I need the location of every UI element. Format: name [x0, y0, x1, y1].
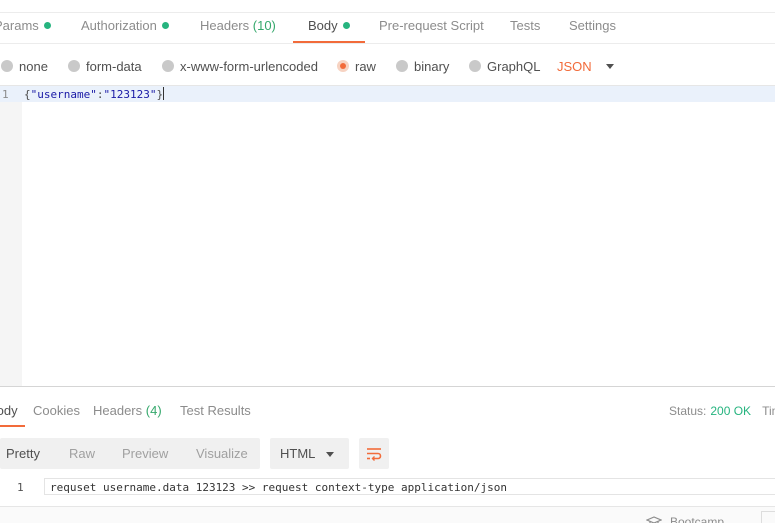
view-mode-group: Pretty Raw Preview Visualize: [0, 438, 260, 469]
code-brace: {: [24, 88, 31, 101]
status-dot: [342, 22, 350, 29]
json-value: "123123": [103, 88, 157, 101]
body-type-options: none form-data x-www-form-urlencoded raw…: [0, 44, 775, 86]
radio-label: binary: [414, 59, 450, 74]
tab-headers[interactable]: Headers (10): [200, 12, 276, 44]
tab-params[interactable]: Params: [0, 12, 51, 44]
radio-graphql[interactable]: GraphQL: [469, 59, 540, 75]
request-tabs: Params Authorization Headers (10) Body P…: [0, 0, 775, 44]
tab-pre-request-script[interactable]: Pre-request Script: [379, 12, 484, 44]
status-bar: Bootcamp: [0, 506, 775, 523]
radio-icon: [1, 60, 13, 72]
tab-label: Params: [0, 18, 39, 33]
radio-icon: [396, 60, 408, 72]
json-key: "username": [30, 88, 97, 101]
response-tab-body[interactable]: Body: [0, 403, 25, 427]
response-text: requset username.data 123123 >> request …: [50, 481, 507, 494]
time-label: Time: [762, 404, 775, 418]
radio-label: raw: [355, 59, 376, 74]
request-body-editor[interactable]: 1 {"username":"123123"}: [0, 85, 775, 387]
tab-authorization[interactable]: Authorization: [81, 12, 169, 44]
radio-label: GraphQL: [487, 59, 541, 74]
tab-label: Settings: [569, 18, 616, 33]
bootcamp-button[interactable]: Bootcamp: [645, 515, 725, 523]
response-status: Status:200 OK Time: [669, 403, 775, 419]
radio-x-www-form-urlencoded[interactable]: x-www-form-urlencoded: [162, 59, 318, 75]
radio-raw[interactable]: raw: [337, 59, 376, 75]
radio-none[interactable]: none: [1, 59, 48, 75]
radio-icon: [469, 60, 481, 72]
response-tab-cookies[interactable]: Cookies: [33, 403, 80, 427]
radio-label: none: [19, 59, 48, 74]
tab-label: Test Results: [180, 403, 251, 418]
line-number: 1: [17, 481, 24, 494]
code-brace: }: [156, 88, 164, 101]
raw-format-dropdown[interactable]: JSON: [557, 59, 614, 75]
status-dot: [161, 22, 169, 29]
chevron-down-icon: [326, 452, 334, 457]
radio-icon: [68, 60, 80, 72]
line-number: 1: [2, 88, 9, 101]
tab-label: Headers: [93, 403, 143, 418]
status-label: Status:: [669, 404, 707, 418]
radio-binary[interactable]: binary: [396, 59, 449, 75]
view-pretty-button[interactable]: Pretty: [6, 446, 40, 462]
tab-tests[interactable]: Tests: [510, 12, 540, 44]
tab-count: (10): [252, 18, 276, 33]
bootcamp-label: Bootcamp: [670, 515, 725, 523]
status-dot: [43, 22, 51, 29]
wrap-lines-icon: [367, 448, 382, 461]
active-tab-underline: [0, 425, 25, 427]
wrap-lines-button[interactable]: [359, 438, 389, 469]
language-label: HTML: [280, 446, 316, 461]
view-raw-button[interactable]: Raw: [69, 446, 95, 462]
chevron-down-icon: [605, 64, 614, 69]
format-label: JSON: [557, 59, 592, 74]
radio-form-data[interactable]: form-data: [68, 59, 142, 75]
response-tabs: Body Cookies Headers (4) Test Results St…: [0, 387, 775, 429]
tab-label: Body: [308, 18, 338, 33]
response-tab-test-results[interactable]: Test Results: [180, 403, 251, 427]
active-tab-underline: [293, 41, 365, 43]
response-body[interactable]: 1 requset username.data 123123 >> reques…: [0, 478, 775, 496]
tab-label: Tests: [510, 18, 541, 33]
graduation-cap-icon: [645, 516, 663, 523]
text-cursor: [163, 87, 165, 100]
tab-label: Pre-request Script: [379, 18, 484, 33]
status-badge: 200 OK: [710, 404, 752, 418]
code-line[interactable]: {"username":"123123"}: [24, 87, 165, 102]
view-visualize-button[interactable]: Visualize: [196, 446, 248, 462]
tab-label: Headers: [200, 18, 250, 33]
tab-count: (4): [145, 403, 162, 418]
tab-settings[interactable]: Settings: [569, 12, 616, 44]
view-preview-button[interactable]: Preview: [122, 446, 168, 462]
tab-label: Cookies: [33, 403, 80, 418]
radio-label: form-data: [86, 59, 142, 74]
tab-label: Authorization: [81, 18, 157, 33]
radio-icon: [162, 60, 174, 72]
tab-body[interactable]: Body: [293, 12, 365, 44]
tab-label: Body: [0, 403, 18, 418]
response-language-dropdown[interactable]: HTML: [270, 438, 349, 469]
radio-label: x-www-form-urlencoded: [180, 59, 318, 74]
editor-gutter: [0, 86, 22, 387]
response-toolbar: Pretty Raw Preview Visualize HTML: [0, 438, 775, 470]
radio-selected-icon: [337, 60, 349, 72]
response-tab-headers[interactable]: Headers (4): [93, 403, 162, 427]
footer-button[interactable]: [761, 511, 775, 523]
